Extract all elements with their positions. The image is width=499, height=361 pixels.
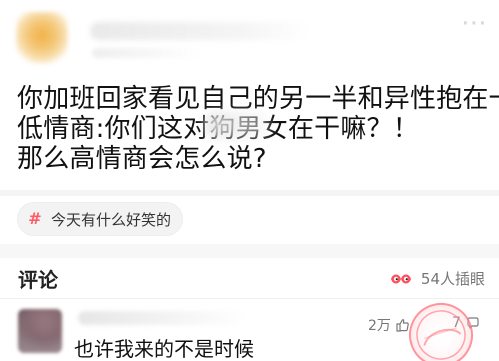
more-icon: ⋯ xyxy=(461,8,487,38)
topic-tag[interactable]: # 今天有什么好笑的 xyxy=(17,202,184,236)
author-avatar-blurred[interactable] xyxy=(16,12,68,64)
comments-title: 评论 xyxy=(18,267,58,292)
eyes-icon xyxy=(390,274,411,284)
like-button[interactable]: 2万 xyxy=(368,315,410,335)
participants[interactable]: 54人插眼 xyxy=(389,268,485,289)
reply-count: 7 xyxy=(452,315,461,331)
participants-label: 54人插眼 xyxy=(420,269,485,288)
author-name-blurred[interactable] xyxy=(90,22,310,40)
post-line-3: 那么高情商会怎么说? xyxy=(17,144,267,174)
comment-avatar-blurred[interactable] xyxy=(18,309,62,353)
comment-icon xyxy=(467,317,479,329)
like-count: 2万 xyxy=(368,318,391,334)
post-detail-page: ⋯ 你加班回家看见自己的另一半和异性抱在一起 低情商:你们这对狗男女在干嘛？！ … xyxy=(0,0,499,361)
reply-button[interactable]: 7 xyxy=(452,315,481,331)
post-header: ⋯ xyxy=(0,0,499,82)
thumb-up-icon xyxy=(396,319,409,332)
hash-icon: # xyxy=(28,209,42,228)
comments-header: 评论 54人插眼 xyxy=(0,258,499,299)
text-blur-overlay xyxy=(205,112,269,138)
section-divider xyxy=(0,190,499,196)
topic-label: 今天有什么好笑的 xyxy=(51,210,172,229)
comment-author-blurred[interactable] xyxy=(78,311,248,325)
more-button[interactable]: ⋯ xyxy=(457,8,491,38)
comment-row[interactable]: 也许我来的不是时候 2万 7 xyxy=(0,299,499,361)
section-divider-2 xyxy=(0,244,499,258)
post-line-1: 你加班回家看见自己的另一半和异性抱在一起 xyxy=(17,84,499,114)
comment-text: 也许我来的不是时候 xyxy=(74,337,254,361)
post-meta-blurred xyxy=(92,48,202,58)
